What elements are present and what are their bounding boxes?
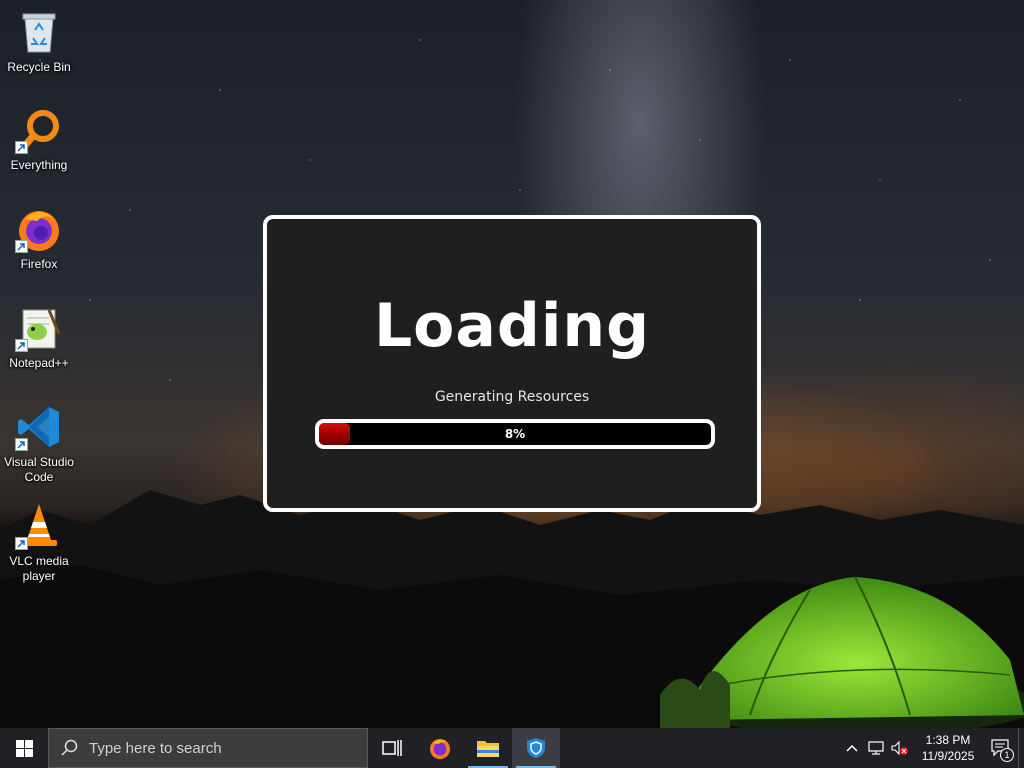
shortcut-arrow-icon [15, 438, 28, 451]
start-button[interactable] [0, 728, 48, 768]
taskbar-clock[interactable]: 1:38 PM 11/9/2025 [912, 732, 984, 764]
vlc-icon [15, 502, 63, 550]
notification-count-badge: 1 [1000, 748, 1014, 762]
chevron-up-icon [846, 744, 858, 752]
system-tray: 1:38 PM 11/9/2025 1 [840, 728, 1024, 768]
shortcut-arrow-icon [15, 537, 28, 550]
everything-search-icon [15, 106, 63, 154]
clock-time: 1:38 PM [925, 733, 971, 747]
progress-label: 8% [504, 427, 526, 441]
show-hidden-icons-button[interactable] [840, 728, 864, 768]
task-view-icon [382, 740, 402, 756]
search-placeholder: Type here to search [89, 739, 222, 757]
task-view-button[interactable] [368, 728, 416, 768]
firefox-icon [430, 739, 450, 759]
shield-app-icon [527, 738, 545, 758]
desktop-icon-vscode[interactable]: Visual Studio Code [2, 403, 76, 485]
desktop-icon-label: VLC media player [9, 554, 69, 583]
desktop-icon-label: Firefox [20, 257, 58, 271]
taskbar-loading-app-button[interactable] [512, 728, 560, 768]
firefox-icon [15, 205, 63, 253]
taskbar-file-explorer-button[interactable] [464, 728, 512, 768]
volume-tray-button[interactable] [888, 728, 912, 768]
desktop-icon-label: Recycle Bin [7, 60, 71, 74]
vscode-icon [15, 403, 63, 451]
loading-subtitle: Generating Resources [434, 389, 590, 405]
show-desktop-button[interactable] [1018, 728, 1024, 768]
taskbar: Type here to search 1:38 PM 11/9/2025 1 [0, 728, 1024, 768]
network-tray-button[interactable] [864, 728, 888, 768]
desktop-icon-everything[interactable]: Everything [2, 106, 76, 173]
loading-dialog: Loading Generating Resources 8% [263, 215, 761, 512]
desktop-icon-recycle-bin[interactable]: Recycle Bin [2, 8, 76, 75]
notepad-plus-plus-icon [15, 304, 63, 352]
taskbar-firefox-button[interactable] [416, 728, 464, 768]
shortcut-arrow-icon [15, 240, 28, 253]
wallpaper-tent [660, 576, 1024, 730]
taskbar-search-box[interactable]: Type here to search [48, 728, 368, 768]
desktop-icon-label: Visual Studio Code [4, 455, 74, 484]
network-icon [868, 741, 884, 755]
desktop-icon-label: Notepad++ [9, 356, 69, 370]
folder-icon [477, 741, 499, 757]
volume-muted-icon [891, 741, 908, 755]
loading-title: Loading [373, 291, 651, 361]
windows-logo-icon [15, 739, 33, 757]
desktop-icon-label: Everything [10, 158, 68, 172]
progress-bar: 8% [315, 419, 715, 449]
desktop-icon-vlc[interactable]: VLC media player [2, 502, 76, 584]
clock-date: 11/9/2025 [921, 749, 975, 763]
search-icon [61, 739, 78, 756]
shortcut-arrow-icon [15, 141, 28, 154]
shortcut-arrow-icon [15, 339, 28, 352]
action-center-button[interactable]: 1 [984, 728, 1018, 768]
desktop-icon-firefox[interactable]: Firefox [2, 205, 76, 272]
desktop-icon-notepad-plus-plus[interactable]: Notepad++ [2, 304, 76, 371]
recycle-bin-icon [15, 8, 63, 56]
